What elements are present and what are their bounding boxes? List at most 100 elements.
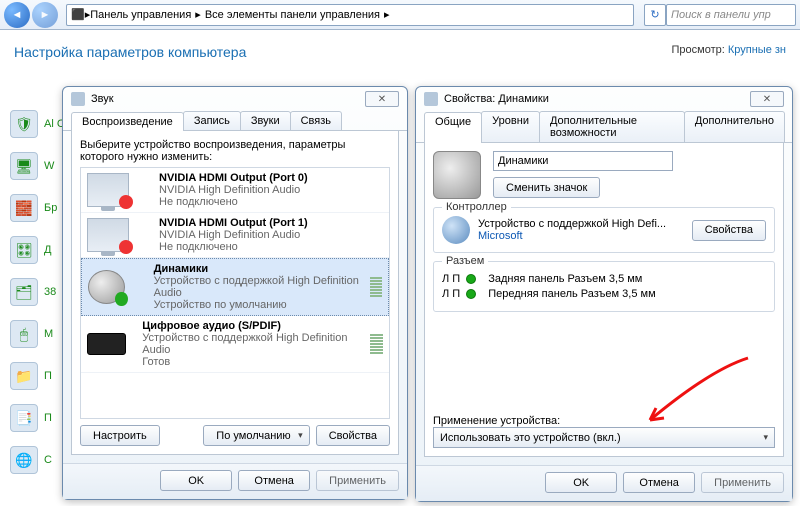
- apply-button[interactable]: Применить: [701, 472, 784, 493]
- close-button[interactable]: ✕: [750, 91, 784, 107]
- jack-label: Передняя панель Разъем 3,5 мм: [488, 288, 655, 300]
- device-meta: NVIDIA HDMI Output (Port 0) NVIDIA High …: [159, 172, 308, 208]
- device-meta: Цифровое аудио (S/PDIF) Устройство с под…: [142, 320, 362, 368]
- dialog-title: Свойства: Динамики: [444, 93, 549, 105]
- device-row[interactable]: NVIDIA HDMI Output (Port 1) NVIDIA High …: [81, 213, 389, 258]
- device-name: Динамики: [154, 263, 362, 275]
- tab-звуки[interactable]: Звуки: [240, 111, 291, 130]
- controller-properties-button[interactable]: Свойства: [692, 220, 766, 241]
- view-value[interactable]: Крупные зн: [728, 44, 786, 56]
- channel-label: Л П: [442, 288, 460, 300]
- breadcrumb[interactable]: ⬛▸ Панель управления ▸ Все элементы пане…: [66, 4, 634, 26]
- tab-2[interactable]: Дополнительные возможности: [539, 111, 685, 142]
- group-legend: Контроллер: [442, 201, 511, 213]
- configure-button[interactable]: Настроить: [80, 425, 160, 446]
- channel-label: Л П: [442, 273, 460, 285]
- close-button[interactable]: ✕: [365, 91, 399, 107]
- back-button[interactable]: ◄: [4, 2, 30, 28]
- set-default-button[interactable]: По умолчанию: [203, 425, 309, 446]
- breadcrumb-item[interactable]: Панель управления: [90, 9, 191, 21]
- controller-group: Контроллер Устройство с поддержкой High …: [433, 207, 775, 253]
- item-label: Д: [44, 244, 51, 256]
- tab-0[interactable]: Общие: [424, 112, 482, 143]
- change-icon-button[interactable]: Сменить значок: [493, 177, 600, 198]
- refresh-button[interactable]: ↻: [644, 4, 666, 26]
- device-row[interactable]: Цифровое аудио (S/PDIF) Устройство с под…: [81, 316, 389, 373]
- tab-связь[interactable]: Связь: [290, 111, 342, 130]
- device-meta: Динамики Устройство с поддержкой High De…: [154, 263, 362, 311]
- jack-color-indicator: [466, 274, 476, 284]
- device-meta: NVIDIA HDMI Output (Port 1) NVIDIA High …: [159, 217, 308, 253]
- app-icon: 📁: [10, 362, 38, 390]
- app-icon: 🗂: [10, 278, 38, 306]
- tab-запись[interactable]: Запись: [183, 111, 241, 130]
- app-icon: 📑: [10, 404, 38, 432]
- explorer-toolbar: ◄ ► ⬛▸ Панель управления ▸ Все элементы …: [0, 0, 800, 30]
- app-icon: 🛡: [10, 110, 38, 138]
- jacks-group: Разъем Л П Задняя панель Разъем 3,5 мм Л…: [433, 261, 775, 312]
- breadcrumb-item[interactable]: Все элементы панели управления: [205, 9, 380, 21]
- breadcrumb-icon: ⬛▸: [71, 8, 90, 21]
- ok-button[interactable]: OK: [160, 470, 232, 491]
- device-icon: [87, 333, 126, 355]
- group-legend: Разъем: [442, 255, 488, 267]
- item-label: М: [44, 328, 53, 340]
- device-driver: NVIDIA High Definition Audio: [159, 229, 308, 241]
- view-label: Просмотр:: [672, 44, 725, 56]
- item-label: П: [44, 412, 52, 424]
- dialog-title: Звук: [91, 93, 114, 105]
- device-usage-select[interactable]: Использовать это устройство (вкл.): [433, 427, 775, 448]
- controller-name: Устройство с поддержкой High Defi...: [478, 218, 684, 230]
- jack-label: Задняя панель Разъем 3,5 мм: [488, 273, 642, 285]
- view-selector: Просмотр: Крупные зн: [672, 44, 787, 60]
- device-row[interactable]: Динамики Устройство с поддержкой High De…: [81, 258, 389, 316]
- app-icon: 🖱: [10, 320, 38, 348]
- page-title: Настройка параметров компьютера: [14, 44, 246, 60]
- device-status: Готов: [142, 356, 362, 368]
- search-placeholder: Поиск в панели упр: [671, 9, 771, 21]
- app-icon: 🎛: [10, 236, 38, 264]
- apply-button[interactable]: Применить: [316, 470, 399, 491]
- instruction-text: Выберите устройство воспроизведения, пар…: [80, 139, 390, 163]
- app-icon: 🖥: [10, 152, 38, 180]
- item-label: Бр: [44, 202, 57, 214]
- tab-1[interactable]: Уровни: [481, 111, 540, 142]
- device-icon: [433, 151, 481, 199]
- speaker-properties-dialog: Свойства: Динамики ✕ ОбщиеУровниДополнит…: [415, 86, 793, 502]
- properties-tabs: ОбщиеУровниДополнительные возможностиДоп…: [416, 111, 792, 143]
- device-list[interactable]: NVIDIA HDMI Output (Port 0) NVIDIA High …: [80, 167, 390, 419]
- app-icon: 🌐: [10, 446, 38, 474]
- forward-button[interactable]: ►: [32, 2, 58, 28]
- vendor-link[interactable]: Microsoft: [478, 230, 684, 242]
- device-status: Не подключено: [159, 196, 308, 208]
- cancel-button[interactable]: Отмена: [238, 470, 310, 491]
- device-row[interactable]: NVIDIA HDMI Output (Port 0) NVIDIA High …: [81, 168, 389, 213]
- item-label: С: [44, 454, 52, 466]
- chevron-right-icon: ▸: [195, 8, 201, 21]
- item-label: 38: [44, 286, 56, 298]
- sound-dialog: Звук ✕ ВоспроизведениеЗаписьЗвукиСвязь В…: [62, 86, 408, 500]
- device-name: NVIDIA HDMI Output (Port 1): [159, 217, 308, 229]
- item-label: W: [44, 160, 54, 172]
- chevron-right-icon: ▸: [384, 8, 390, 21]
- tab-3[interactable]: Дополнительно: [684, 111, 785, 142]
- device-name: NVIDIA HDMI Output (Port 0): [159, 172, 308, 184]
- app-icon: 🧱: [10, 194, 38, 222]
- device-name: Цифровое аудио (S/PDIF): [142, 320, 362, 332]
- device-status: Устройство по умолчанию: [154, 299, 362, 311]
- sound-tabs: ВоспроизведениеЗаписьЗвукиСвязь: [63, 111, 407, 131]
- sound-icon: [71, 92, 85, 106]
- controller-icon: [442, 216, 470, 244]
- search-input[interactable]: Поиск в панели упр: [666, 4, 796, 26]
- usage-value: Использовать это устройство (вкл.): [440, 432, 621, 444]
- jack-color-indicator: [466, 289, 476, 299]
- properties-button[interactable]: Свойства: [316, 425, 390, 446]
- device-name-input[interactable]: [493, 151, 673, 171]
- speaker-icon: [424, 92, 438, 106]
- item-label: П: [44, 370, 52, 382]
- tab-воспроизведение[interactable]: Воспроизведение: [71, 112, 184, 131]
- cancel-button[interactable]: Отмена: [623, 472, 695, 493]
- ok-button[interactable]: OK: [545, 472, 617, 493]
- device-driver: Устройство с поддержкой High Definition …: [154, 275, 362, 299]
- device-status: Не подключено: [159, 241, 308, 253]
